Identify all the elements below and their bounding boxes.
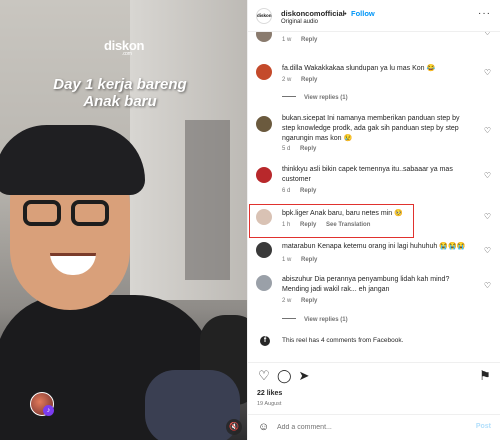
commenter-avatar[interactable] [256,242,272,258]
reply-button[interactable]: Reply [300,188,316,194]
comment-meta: 1 h Reply See Translation [282,222,378,228]
post-actions-bar: ♡ ◯ ➤ ⚑ 22 likes 19 August [248,362,500,412]
video-caption: Day 1 kerja bareng Anak baru [40,76,200,110]
comment-body: asli bikin capek temennya itu..sabaaar y… [282,166,453,183]
comment-meta: 5 d Reply [282,146,324,152]
reply-button[interactable]: Reply [301,77,317,83]
see-translation-button[interactable]: See Translation [326,222,370,228]
likes-count[interactable]: 22 likes [257,390,282,397]
commenter-avatar[interactable] [256,275,272,291]
commenter-avatar[interactable] [256,167,272,183]
save-bookmark-icon[interactable]: ⚑ [478,369,492,383]
comment-meta: 2 w Reply [282,298,325,304]
comment-username[interactable]: fa.dilla [282,65,302,72]
caption-line-2: Anak baru [83,93,157,110]
comment-body: Anak baru, baru netes min 🥺 [310,210,403,217]
comment-time: 5 d [282,146,291,152]
more-options-icon[interactable]: ··· [478,8,491,19]
comment-time: 1 w [282,257,292,263]
glasses-right-lens [71,200,109,226]
comment-time: 2 w [282,77,292,83]
account-avatar[interactable]: diskon [256,8,272,24]
comment-meta: 1 w Reply [282,257,325,263]
person-hat [0,125,145,195]
view-replies-button[interactable]: View replies (1) [282,317,348,323]
comment-composer: ☺ Post [248,414,500,440]
glasses-left-lens [23,200,61,226]
account-username[interactable]: diskoncomofficial [281,9,345,18]
caption-line-1: Day 1 kerja bareng [53,76,187,93]
like-comment-icon[interactable]: ♡ [484,171,491,180]
reply-button[interactable]: Reply [300,146,316,152]
comment-meta: 6 d Reply [282,188,324,194]
like-comment-icon[interactable]: ♡ [484,281,491,290]
comment-meta: 1 w Reply [282,37,325,43]
mute-icon[interactable]: 🔇 [226,419,242,435]
original-audio-link[interactable]: Original audio [281,19,318,25]
like-heart-icon[interactable]: ♡ [257,369,271,383]
emoji-picker-icon[interactable]: ☺ [258,421,269,433]
post-side-panel: diskon diskoncomofficial • Follow Origin… [247,0,500,440]
comment-meta: 2 w Reply [282,77,325,83]
reply-button[interactable]: Reply [301,298,317,304]
comment-username[interactable]: bukan.sicepat [282,115,325,122]
comment-text: matarabun Kenapa ketemu orang ini lagi h… [282,242,467,252]
reel-video[interactable]: diskon .com Day 1 kerja bareng Anak baru… [0,0,247,440]
facebook-icon: f [260,336,270,346]
facebook-note-text: This reel has 4 comments from Facebook. [282,337,404,344]
commenter-avatar[interactable] [256,209,272,225]
comment-bubble-icon[interactable]: ◯ [277,369,292,383]
video-watermark-logo: diskon .com [104,38,144,57]
like-comment-icon[interactable]: ♡ [484,212,491,221]
comments-list[interactable]: 1 w Reply ♡ fa.dilla Wakakkakaa slundupa… [248,32,500,362]
view-replies-line [282,318,296,319]
view-replies-label: View replies (1) [304,317,348,323]
post-header: diskon diskoncomofficial • Follow Origin… [248,0,500,32]
share-send-icon[interactable]: ➤ [297,369,311,383]
background-door [185,120,230,280]
view-replies-label: View replies (1) [304,95,348,101]
follow-button[interactable]: Follow [351,9,375,18]
music-badge-icon: ♪ [43,405,54,416]
comment-text: bukan.sicepat Ini namanya memberikan pan… [282,114,467,144]
header-separator: • [344,9,347,18]
post-comment-button[interactable]: Post [476,423,491,430]
view-replies-line [282,96,296,97]
commenter-avatar[interactable] [256,32,272,42]
like-comment-icon[interactable]: ♡ [484,246,491,255]
comment-username[interactable]: bpk.liger [282,210,308,217]
comment-body: Kenapa ketemu orang ini lagi huhuhuh 😭😭😭 [317,243,466,250]
like-comment-icon[interactable]: ♡ [484,32,491,37]
comment-time: 2 w [282,298,292,304]
comment-time: 6 d [282,188,291,194]
reply-button[interactable]: Reply [301,37,317,43]
like-comment-icon[interactable]: ♡ [484,68,491,77]
commenter-avatar[interactable] [256,64,272,80]
comment-body: Wakakkakaa slundupan ya lu mas Kon 😂 [304,65,436,72]
post-date: 19 August [257,401,282,407]
comment-text: fa.dilla Wakakkakaa slundupan ya lu mas … [282,64,467,74]
reply-button[interactable]: Reply [301,257,317,263]
add-comment-input[interactable] [277,421,457,434]
view-replies-button[interactable]: View replies (1) [282,95,348,101]
comment-username[interactable]: thinkkyu [282,166,308,173]
like-comment-icon[interactable]: ♡ [484,126,491,135]
comment-text: abiszuhur Dia perannya penyambung lidah … [282,275,467,295]
comment-text: thinkkyu asli bikin capek temennya itu..… [282,165,467,185]
comment-time: 1 w [282,37,292,43]
reply-button[interactable]: Reply [300,222,316,228]
comment-text: bpk.liger Anak baru, baru netes min 🥺 [282,209,467,219]
comment-username[interactable]: abiszuhur [282,276,312,283]
comment-username[interactable]: matarabun [282,243,315,250]
comment-time: 1 h [282,222,291,228]
commenter-avatar[interactable] [256,116,272,132]
